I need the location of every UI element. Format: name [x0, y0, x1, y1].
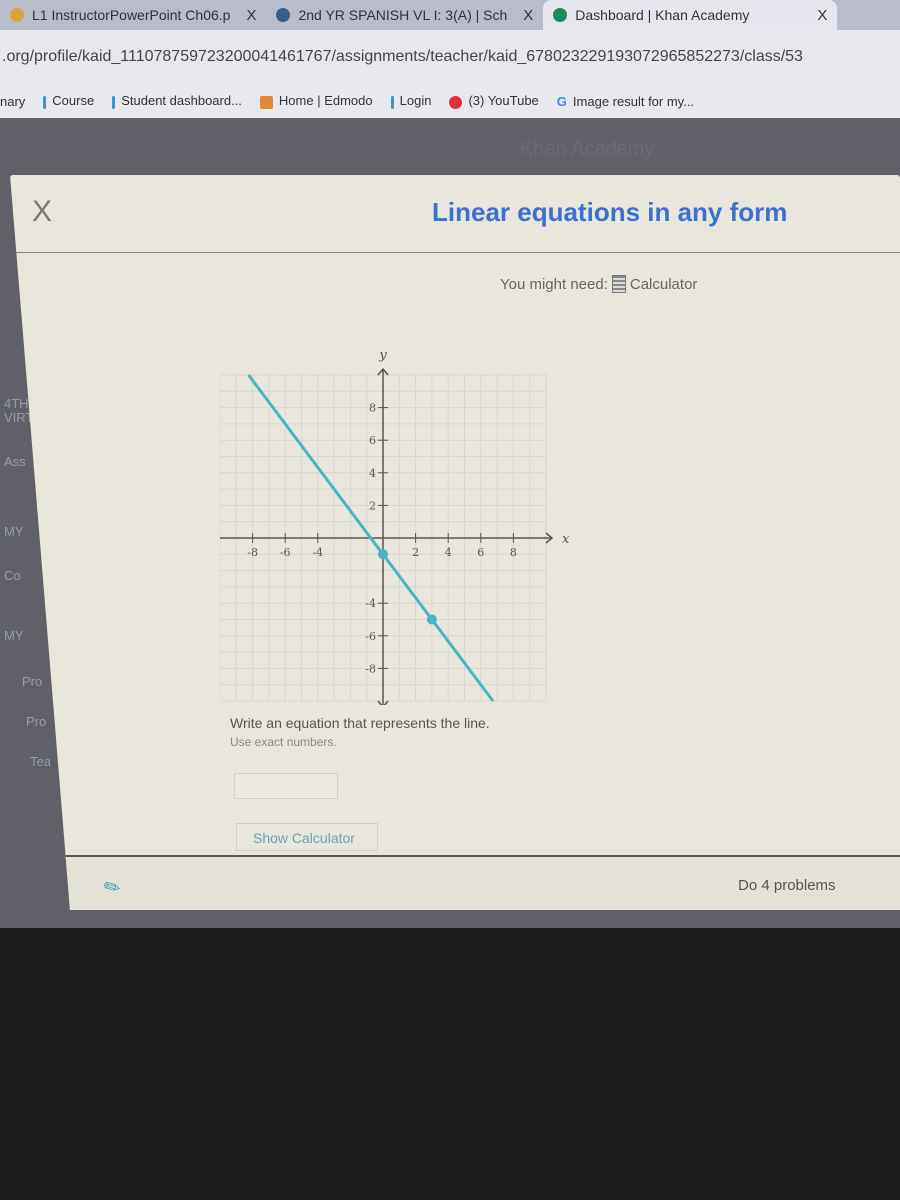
x-tick-label: -6: [280, 546, 291, 559]
modal-header: X Linear equations in any form: [10, 175, 900, 253]
you-might-need: You might need: Calculator: [500, 275, 698, 293]
monitor-bezel: [0, 928, 900, 1200]
tab-spanish[interactable]: 2nd YR SPANISH VL I: 3(A) | Sch X: [266, 0, 543, 30]
close-icon[interactable]: X: [32, 195, 52, 229]
close-tab-icon[interactable]: X: [246, 7, 256, 24]
url-text: .org/profile/kaid_1110787597232000414617…: [2, 48, 803, 65]
x-axis-label: x: [562, 532, 570, 547]
sidebar-item[interactable]: Tea: [30, 754, 51, 769]
file-icon: [10, 8, 24, 22]
hint-text: Use exact numbers.: [230, 735, 337, 749]
x-tick-label: 8: [510, 546, 517, 559]
x-tick-label: 4: [445, 546, 452, 559]
tab-khan-dashboard[interactable]: Dashboard | Khan Academy X: [543, 0, 838, 30]
sidebar-item[interactable]: Pro: [26, 714, 46, 729]
y-tick-label: 4: [369, 467, 376, 480]
sidebar-item[interactable]: VIRT: [4, 410, 33, 425]
line-point: [378, 549, 388, 560]
y-tick-label: 6: [369, 434, 376, 447]
bookmark-edmodo[interactable]: Home | Edmodo: [259, 93, 373, 109]
exercise-title: Linear equations in any form: [432, 197, 788, 227]
close-tab-icon[interactable]: X: [523, 7, 533, 24]
bookmark-youtube[interactable]: (3) YouTube: [449, 93, 539, 109]
y-axis-label: y: [378, 348, 387, 363]
x-tick-label: -8: [247, 546, 258, 559]
line-point: [426, 614, 437, 625]
youtube-icon: [449, 95, 463, 109]
progress-text: Do 4 problems: [738, 877, 836, 894]
y-tick-label: -4: [365, 597, 376, 610]
y-tick-label: 8: [369, 402, 376, 415]
bookmark-login[interactable]: Login: [390, 93, 431, 109]
khan-academy-logo: Khan Academy: [520, 138, 655, 160]
sidebar-item[interactable]: 4TH: [4, 396, 29, 411]
scratchpad-icon[interactable]: ✎: [99, 872, 126, 902]
tab-strip: L1 InstructorPowerPoint Ch06.p X 2nd YR S…: [0, 0, 900, 30]
bookmarks-bar: nary Course Student dashboard... Home | …: [0, 84, 900, 118]
coordinate-graph: -8 -6 -4 2 4 6 8 8 6 4 2 -4 -6 -8 x y: [220, 348, 570, 705]
edmodo-icon: [259, 95, 273, 109]
y-tick-label: 2: [369, 499, 376, 512]
show-calculator-button[interactable]: Show Calculator: [236, 823, 378, 851]
bookmark-student-dashboard[interactable]: Student dashboard...: [112, 93, 242, 109]
sidebar-item[interactable]: MY: [4, 628, 24, 643]
bookmark-image-result[interactable]: G Image result for my...: [557, 94, 694, 109]
sidebar-item[interactable]: Ass: [4, 454, 26, 469]
calculator-icon: [611, 275, 626, 293]
bookmark-course[interactable]: Course: [43, 93, 94, 109]
exercise-modal: X Linear equations in any form You might…: [10, 175, 900, 910]
google-icon: G: [556, 93, 567, 109]
y-tick-label: -6: [365, 630, 376, 643]
y-tick-label: -8: [365, 662, 376, 675]
schoology-icon: [276, 8, 291, 22]
bookmark-summary[interactable]: nary: [0, 94, 25, 109]
address-bar[interactable]: .org/profile/kaid_1110787597232000414617…: [0, 30, 900, 84]
bookmark-icon: [390, 95, 394, 109]
close-tab-icon[interactable]: X: [817, 7, 827, 24]
question-text: Write an equation that represents the li…: [230, 715, 490, 731]
sidebar-item[interactable]: Co: [4, 568, 21, 583]
sidebar-item[interactable]: MY: [4, 524, 24, 539]
sidebar-item[interactable]: Pro: [22, 674, 42, 689]
x-tick-label: -4: [312, 546, 323, 559]
modal-footer: ✎ Do 4 problems: [10, 855, 900, 910]
calculator-link[interactable]: Calculator: [630, 276, 698, 293]
x-tick-label: 2: [412, 546, 419, 559]
x-tick-label: 6: [477, 546, 484, 559]
bookmark-icon: [43, 95, 47, 109]
bookmark-icon: [112, 95, 116, 109]
khan-icon: [553, 8, 568, 22]
tab-powerpoint[interactable]: L1 InstructorPowerPoint Ch06.p X: [0, 0, 266, 30]
answer-input[interactable]: [234, 773, 338, 799]
